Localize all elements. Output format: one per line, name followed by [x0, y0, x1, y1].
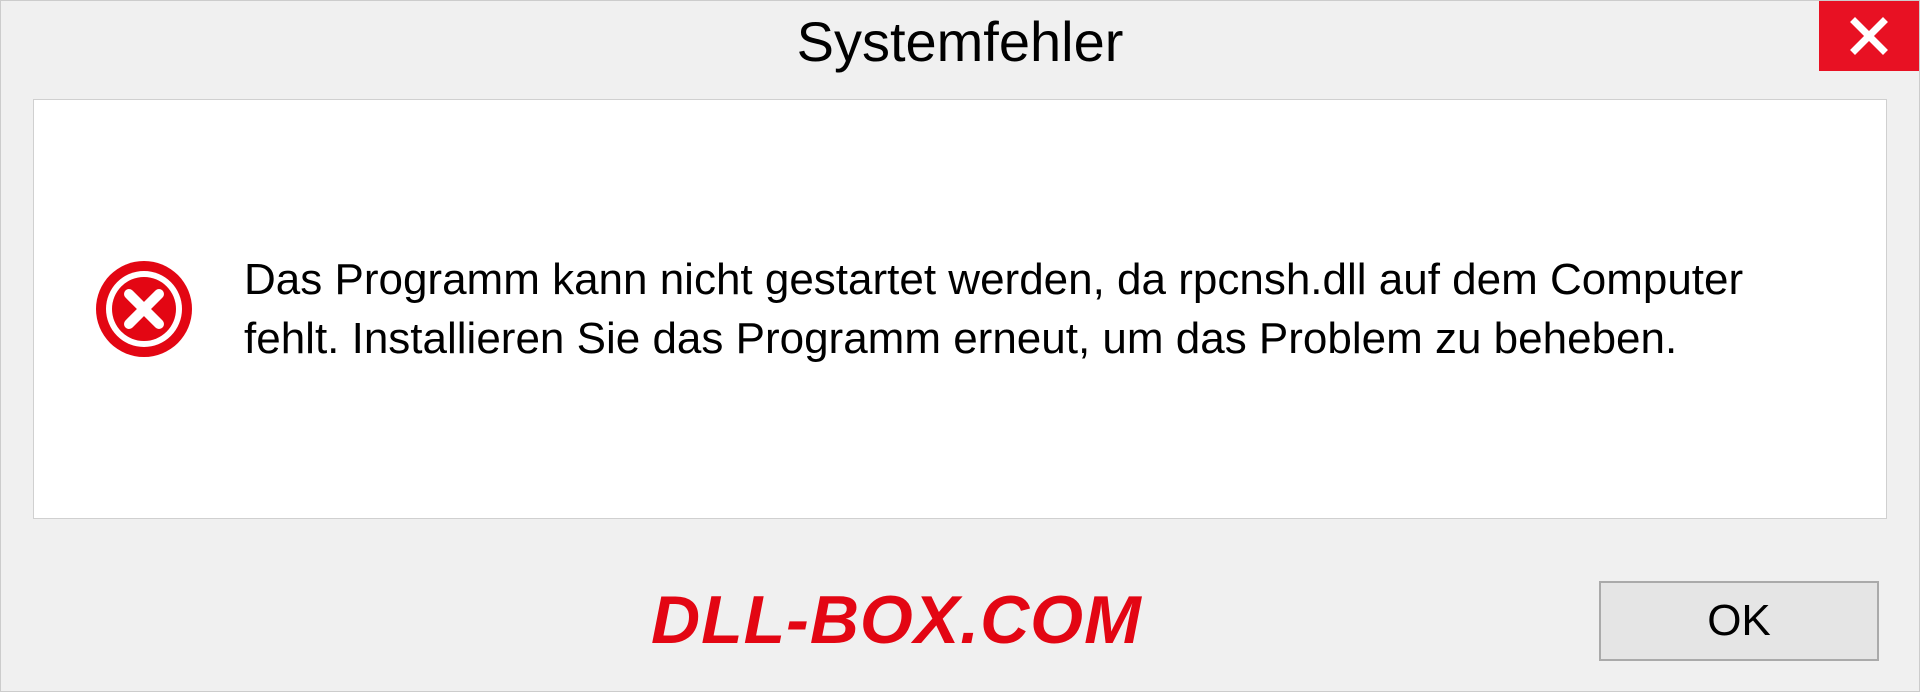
close-button[interactable]: [1819, 1, 1919, 71]
dialog-title: Systemfehler: [797, 9, 1124, 74]
dialog-footer: DLL-BOX.COM OK: [1, 551, 1919, 691]
ok-button[interactable]: OK: [1599, 581, 1879, 661]
content-panel: Das Programm kann nicht gestartet werden…: [33, 99, 1887, 519]
titlebar: Systemfehler: [1, 1, 1919, 81]
error-dialog: Systemfehler Das Programm kann nicht ges…: [0, 0, 1920, 692]
watermark-text: DLL-BOX.COM: [651, 581, 1142, 659]
error-icon: [94, 259, 194, 359]
error-message: Das Programm kann nicht gestartet werden…: [244, 250, 1826, 369]
close-icon: [1848, 15, 1890, 57]
